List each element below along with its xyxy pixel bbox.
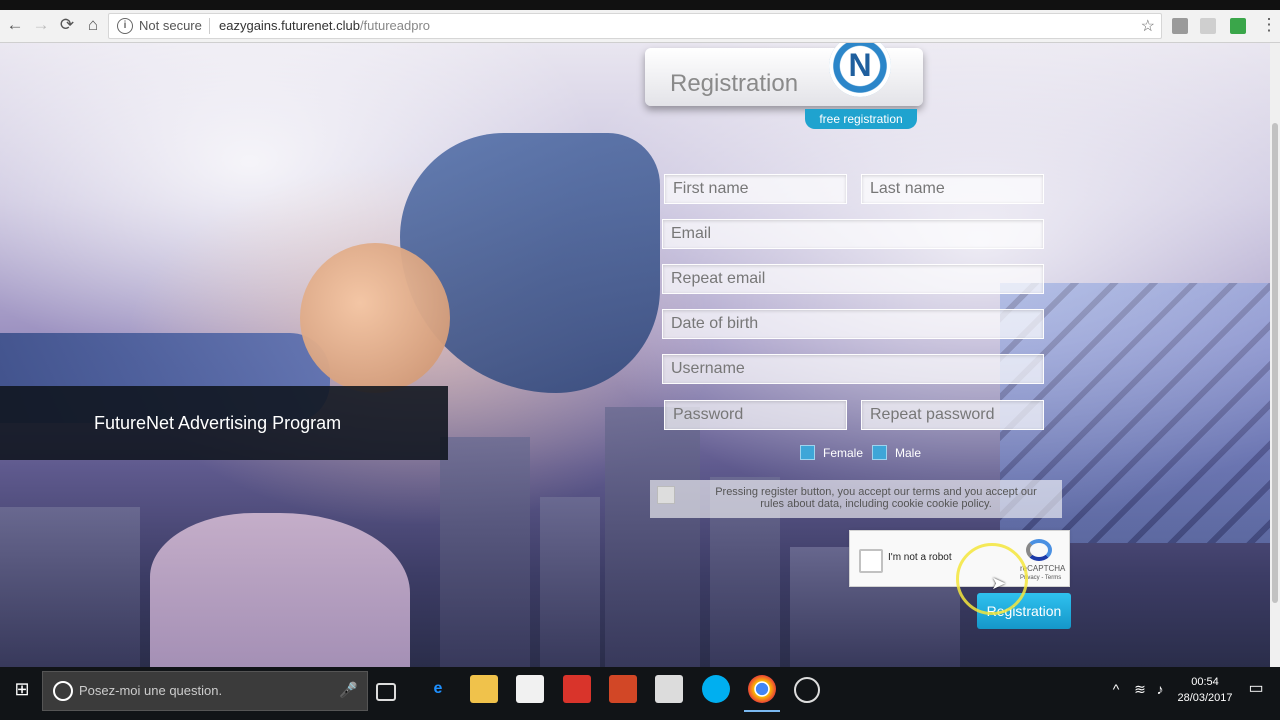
extension-icon[interactable] <box>1200 18 1216 34</box>
registration-title: Registration <box>670 70 799 97</box>
logo-letter: N <box>848 47 872 83</box>
program-banner: FutureNet Advertising Program <box>0 386 448 460</box>
clock-time: 00:54 <box>1191 676 1219 688</box>
forward-icon[interactable]: → <box>30 14 52 36</box>
gender-female-option[interactable]: Female <box>800 445 863 460</box>
windows-taskbar: ⊞ Posez-moi une question. 🎤 e ^ ≋ ♪ ▭ <box>0 667 1280 720</box>
taskbar-clock[interactable]: 00:54 28/03/2017 <box>1170 674 1240 706</box>
bookmark-star-icon[interactable]: ☆ <box>1141 16 1155 36</box>
recaptcha-logo-icon <box>1026 539 1052 561</box>
male-label: Male <box>895 445 922 460</box>
extension-icon[interactable] <box>1172 18 1188 34</box>
page-scrollbar[interactable] <box>1270 43 1280 667</box>
first-name-input[interactable] <box>664 174 847 204</box>
terms-box: Pressing register button, you accept our… <box>650 480 1062 518</box>
cortana-icon <box>53 681 73 701</box>
recaptcha-label: I'm not a robot <box>888 552 952 563</box>
browser-toolbar: ← → ⟳ ⌂ i Not secure eazygains.futurenet… <box>0 0 1280 43</box>
home-icon[interactable]: ⌂ <box>82 14 104 36</box>
window-title-strip <box>0 0 1280 10</box>
background-river <box>150 513 410 667</box>
gender-male-option[interactable]: Male <box>872 445 921 460</box>
url-host: eazygains.futurenet.club <box>219 18 360 33</box>
url-text[interactable]: eazygains.futurenet.club/futureadpro <box>219 18 430 33</box>
web-page: FutureNet Advertising Program Registrati… <box>0 43 1270 667</box>
search-placeholder: Posez-moi une question. <box>79 683 223 698</box>
back-icon[interactable]: ← <box>4 14 26 36</box>
background-building <box>0 507 140 667</box>
email-input[interactable] <box>662 219 1044 249</box>
cortana-search-box[interactable]: Posez-moi une question. 🎤 <box>42 671 368 711</box>
mouse-cursor-icon: ➤ <box>991 573 1007 593</box>
free-registration-badge: free registration <box>805 109 917 129</box>
recorder-icon[interactable] <box>794 677 820 703</box>
reload-icon[interactable]: ⟳ <box>56 14 78 36</box>
background-building <box>440 437 530 667</box>
skype-icon[interactable] <box>702 675 730 703</box>
mail-icon[interactable] <box>563 675 591 703</box>
background-building <box>605 407 700 667</box>
recaptcha-checkbox[interactable] <box>859 549 883 573</box>
date-of-birth-input[interactable] <box>662 309 1044 339</box>
terms-checkbox[interactable] <box>657 486 675 504</box>
address-bar[interactable]: i Not secure eazygains.futurenet.club/fu… <box>108 13 1162 39</box>
url-path: /futureadpro <box>359 18 431 33</box>
edge-icon[interactable]: e <box>424 675 452 703</box>
background-handshake <box>300 243 450 393</box>
female-checkbox[interactable] <box>800 445 815 460</box>
files-icon[interactable] <box>655 675 683 703</box>
chrome-icon[interactable] <box>744 675 780 712</box>
password-input[interactable] <box>664 400 847 430</box>
address-separator <box>209 18 210 34</box>
terms-text: Pressing register button, you accept our… <box>715 486 1037 510</box>
extension-badge-icon[interactable] <box>1230 18 1246 34</box>
clock-date: 28/03/2017 <box>1177 692 1233 704</box>
info-icon[interactable]: i <box>117 18 133 34</box>
repeat-password-input[interactable] <box>861 400 1044 430</box>
start-button-icon[interactable]: ⊞ <box>10 677 34 701</box>
file-explorer-icon[interactable] <box>470 675 498 703</box>
background-building <box>540 497 600 667</box>
last-name-input[interactable] <box>861 174 1044 204</box>
store-icon[interactable] <box>516 675 544 703</box>
powerpoint-icon[interactable] <box>609 675 637 703</box>
microphone-icon[interactable]: 🎤 <box>339 681 358 699</box>
security-label[interactable]: Not secure <box>139 18 202 33</box>
notifications-icon[interactable]: ▭ <box>1242 675 1270 703</box>
female-label: Female <box>823 445 864 460</box>
banner-text: FutureNet Advertising Program <box>94 413 342 433</box>
scrollbar-thumb[interactable] <box>1272 123 1278 603</box>
task-view-icon[interactable] <box>376 683 396 701</box>
username-input[interactable] <box>662 354 1044 384</box>
repeat-email-input[interactable] <box>662 264 1044 294</box>
male-checkbox[interactable] <box>872 445 887 460</box>
menu-icon[interactable]: ⋮ <box>1258 14 1280 36</box>
